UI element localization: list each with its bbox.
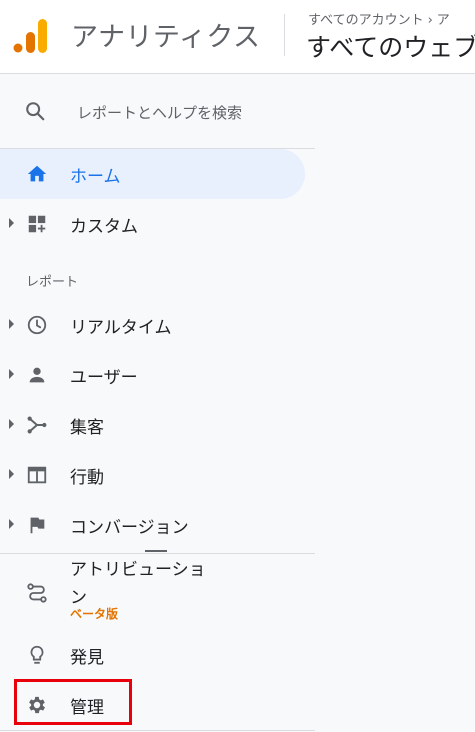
sidebar-item-behavior[interactable]: 行動	[0, 450, 315, 500]
lightbulb-icon	[30, 645, 44, 664]
person-icon	[29, 367, 45, 383]
sidebar-item-custom[interactable]: カスタム	[0, 199, 315, 249]
scroll-indicator	[145, 550, 167, 552]
breadcrumb[interactable]: すべてのアカウント › ア	[308, 9, 450, 28]
acquisition-icon	[27, 416, 47, 434]
search-bar[interactable]: レポートとヘルプを検索	[0, 74, 315, 149]
expand-caret-icon[interactable]	[9, 519, 14, 529]
sidebar-item-label: 発見	[70, 648, 104, 668]
clock-icon	[27, 315, 47, 335]
breadcrumb-next[interactable]: ア	[437, 13, 450, 28]
sidebar-item-acquisition[interactable]: 集客	[0, 400, 315, 450]
expand-caret-icon[interactable]	[9, 369, 14, 379]
sidebar-item-label: 集客	[70, 418, 104, 438]
app-header: アナリティクス すべてのアカウント › ア すべてのウェブ	[0, 0, 475, 74]
dashboard-icon	[28, 215, 46, 233]
analytics-logo-icon[interactable]	[13, 18, 48, 54]
sidebar-item-label: 行動	[70, 468, 104, 488]
divider	[0, 730, 315, 731]
expand-caret-icon[interactable]	[9, 319, 14, 329]
app-title: アナリティクス	[71, 22, 261, 53]
section-label-reports: レポート	[26, 275, 79, 290]
attribution-icon	[27, 583, 47, 603]
home-icon	[27, 165, 47, 182]
sidebar-item-home[interactable]: ホーム	[0, 149, 305, 199]
admin-highlight-box	[14, 679, 132, 725]
expand-caret-icon[interactable]	[9, 469, 14, 479]
sidebar-item-discover[interactable]: 発見	[0, 630, 315, 680]
sidebar-item-label: ユーザー	[70, 368, 138, 388]
breadcrumb-account[interactable]: すべてのアカウント	[308, 13, 424, 28]
sidebar-item-attribution[interactable]: アトリビューション ベータ版	[0, 554, 315, 626]
search-icon	[26, 102, 45, 121]
expand-caret-icon[interactable]	[9, 419, 14, 429]
expand-caret-icon[interactable]	[9, 218, 14, 228]
sidebar-item-label: ホーム	[70, 167, 121, 187]
sidebar: レポートとヘルプを検索 ホーム カスタム レポート リアルタイム ユーザー 集客…	[0, 74, 315, 732]
sidebar-item-label: リアルタイム	[70, 318, 172, 338]
sidebar-item-conversions[interactable]: コンバージョン	[0, 500, 315, 550]
sidebar-item-label: コンバージョン	[70, 518, 189, 538]
sidebar-item-users[interactable]: ユーザー	[0, 350, 315, 400]
property-selector[interactable]: すべてのウェブ	[306, 28, 475, 64]
behavior-icon	[27, 466, 47, 484]
header-divider	[284, 14, 285, 56]
sidebar-item-label: カスタム	[70, 217, 138, 237]
sidebar-item-realtime[interactable]: リアルタイム	[0, 300, 315, 350]
search-placeholder[interactable]: レポートとヘルプを検索	[77, 102, 242, 123]
beta-badge: ベータ版	[70, 607, 119, 621]
chevron-right-icon: ›	[427, 13, 433, 28]
flag-icon	[30, 516, 45, 534]
sidebar-item-label: アトリビューション	[70, 560, 206, 608]
